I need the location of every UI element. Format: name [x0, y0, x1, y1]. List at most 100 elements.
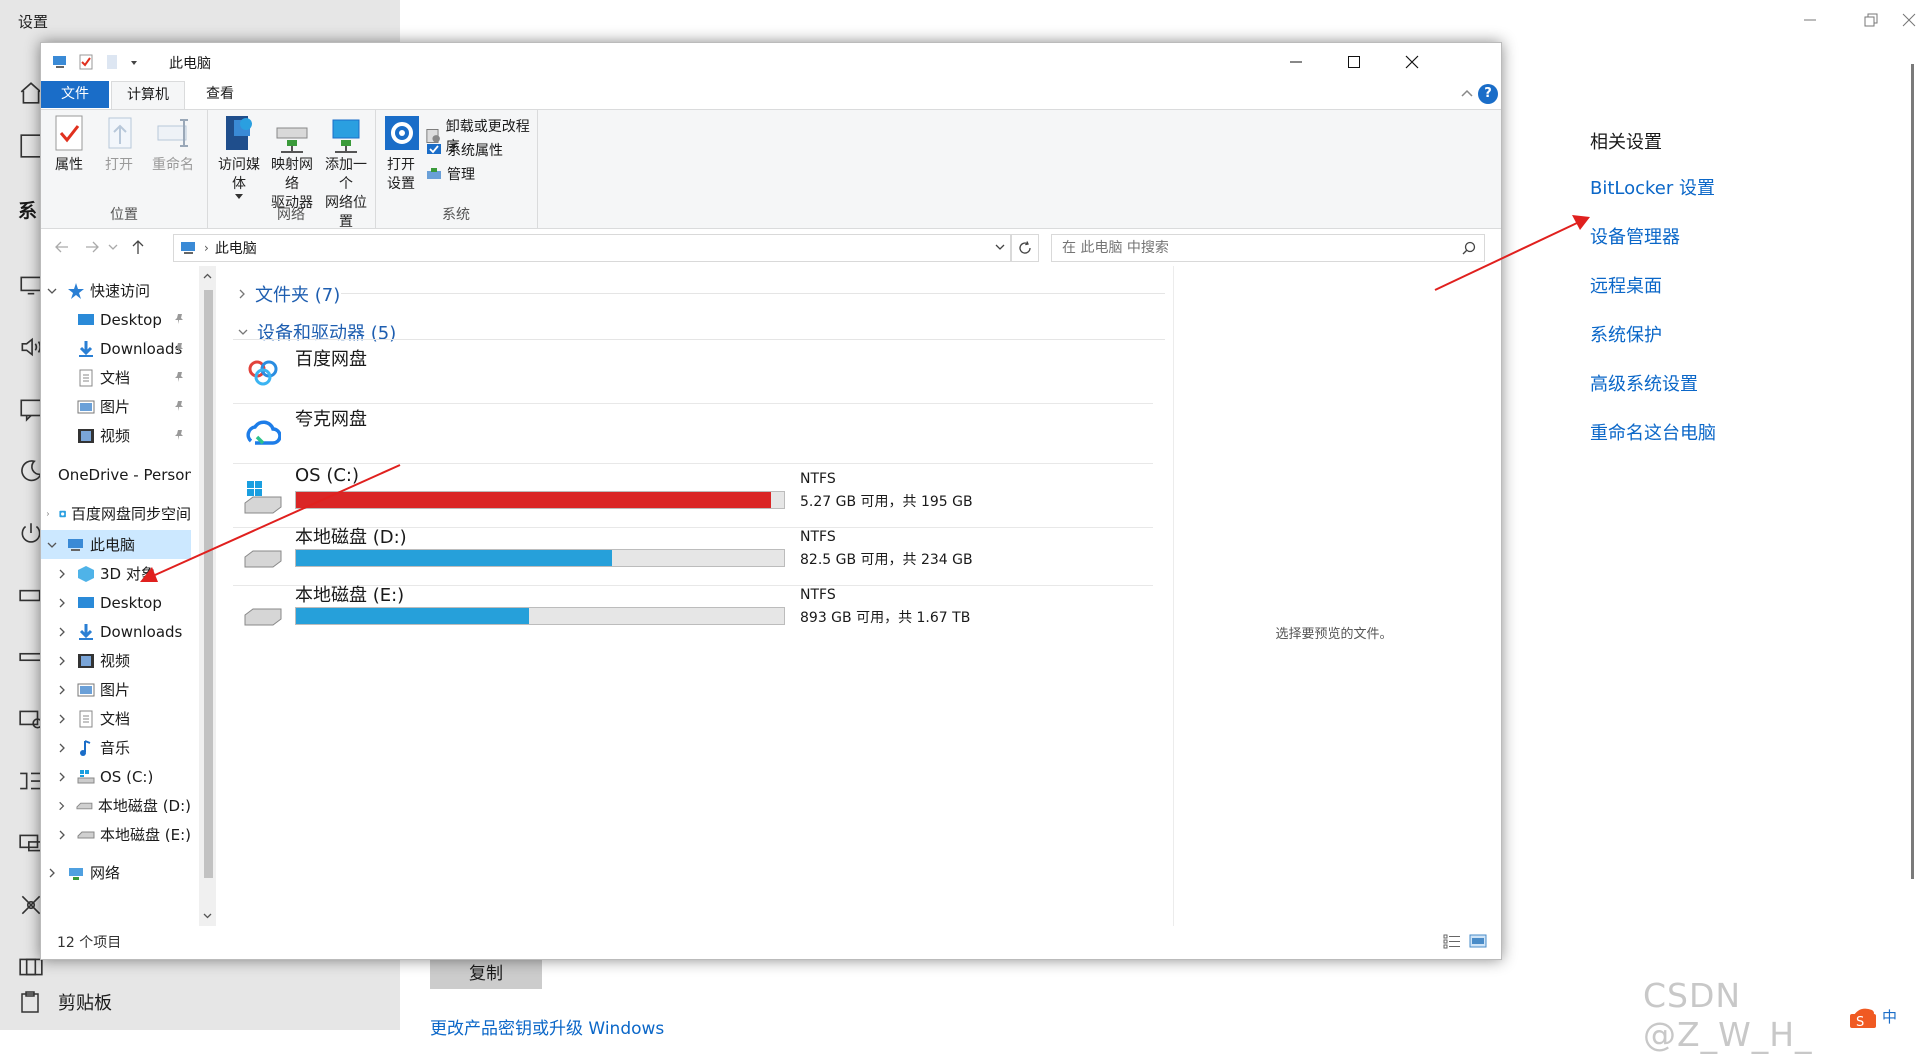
- tiles-view-icon[interactable]: [1469, 933, 1487, 949]
- nav-quick-access[interactable]: 快速访问: [41, 276, 191, 305]
- settings-close-button[interactable]: [1894, 8, 1920, 32]
- settings-item-clipboard[interactable]: 剪贴板: [18, 989, 112, 1015]
- customize-toolbar-dropdown-icon[interactable]: [129, 53, 139, 71]
- nav-pc-downloads[interactable]: Downloads: [41, 617, 191, 646]
- nav-quick-desktop[interactable]: Desktop: [41, 305, 191, 334]
- nav-pc-3d-objects-label: 3D 对象: [100, 565, 156, 583]
- recent-locations-chevron-icon[interactable]: [107, 238, 119, 256]
- app-tile-quark-netdisk[interactable]: 夸克网盘: [245, 405, 1165, 461]
- bitlocker-settings-link[interactable]: BitLocker 设置: [1590, 164, 1716, 213]
- access-media-button[interactable]: 访问媒体: [213, 114, 265, 200]
- chevron-down-icon[interactable]: [45, 284, 59, 298]
- chevron-right-icon[interactable]: [55, 654, 69, 668]
- settings-minimize-button[interactable]: [1795, 8, 1825, 32]
- nav-pc-music[interactable]: 音乐: [41, 733, 191, 762]
- rename-pc-link[interactable]: 重命名这台电脑: [1590, 409, 1716, 458]
- scroll-down-arrow-icon[interactable]: [201, 909, 214, 922]
- navigation-scrollbar-thumb[interactable]: [204, 290, 213, 878]
- device-manager-link[interactable]: 设备管理器: [1590, 213, 1716, 262]
- chevron-right-icon[interactable]: [45, 866, 59, 880]
- search-input[interactable]: [1060, 239, 1444, 257]
- chevron-right-icon[interactable]: [45, 507, 51, 521]
- chevron-right-icon[interactable]: [55, 712, 69, 726]
- explorer-minimize-button[interactable]: [1267, 43, 1325, 81]
- help-icon[interactable]: ?: [1478, 84, 1498, 104]
- chevron-right-icon[interactable]: [55, 799, 68, 813]
- explorer-close-button[interactable]: [1383, 43, 1441, 81]
- nav-pc-3d-objects[interactable]: 3D 对象: [41, 559, 191, 588]
- nav-pc-music-label: 音乐: [100, 739, 131, 757]
- back-arrow-icon[interactable]: [53, 238, 71, 256]
- system-properties-button[interactable]: 系统属性: [425, 140, 503, 160]
- drive-tile-c[interactable]: OS (C:) NTFS 5.27 GB 可用，共 195 GB: [244, 465, 1165, 523]
- chevron-down-icon[interactable]: [45, 538, 59, 552]
- nav-pc-drive-c[interactable]: OS (C:): [41, 762, 191, 791]
- nav-onedrive[interactable]: OneDrive - Personal: [41, 460, 191, 489]
- navigation-scrollbar[interactable]: [199, 266, 216, 926]
- rename-button[interactable]: 重命名: [149, 114, 197, 175]
- chevron-right-icon[interactable]: [55, 625, 69, 639]
- nav-pc-pictures[interactable]: 图片: [41, 675, 191, 704]
- advanced-system-settings-link[interactable]: 高级系统设置: [1590, 360, 1716, 409]
- chevron-right-icon[interactable]: [55, 741, 69, 755]
- explorer-maximize-button[interactable]: [1325, 43, 1383, 81]
- tab-computer[interactable]: 计算机: [111, 81, 185, 110]
- chevron-right-icon[interactable]: [55, 596, 69, 610]
- pin-icon[interactable]: [173, 371, 185, 383]
- pin-icon[interactable]: [173, 342, 185, 354]
- upgrade-windows-link[interactable]: 更改产品密钥或升级 Windows: [430, 1014, 664, 1039]
- breadcrumb-chevron-icon[interactable]: ›: [204, 241, 209, 255]
- windows-drive-icon: [244, 481, 282, 514]
- hard-drive-icon: [244, 608, 282, 626]
- chevron-right-icon[interactable]: [55, 683, 69, 697]
- settings-scrollbar[interactable]: [1911, 64, 1914, 879]
- chevron-right-icon[interactable]: [55, 567, 69, 581]
- pin-icon[interactable]: [173, 400, 185, 412]
- manage-button[interactable]: 管理: [425, 164, 475, 184]
- drive-tile-e[interactable]: 本地磁盘 (E:) NTFS 893 GB 可用，共 1.67 TB: [244, 581, 1165, 639]
- system-protection-link[interactable]: 系统保护: [1590, 311, 1716, 360]
- search-box[interactable]: [1051, 234, 1485, 262]
- address-bar[interactable]: › 此电脑: [173, 234, 1011, 262]
- nav-pc-drive-d[interactable]: 本地磁盘 (D:): [41, 791, 191, 820]
- chevron-right-icon[interactable]: [55, 828, 69, 842]
- remote-desktop-link[interactable]: 远程桌面: [1590, 262, 1716, 311]
- refresh-button[interactable]: [1011, 234, 1039, 262]
- properties-quick-icon[interactable]: [77, 53, 95, 71]
- up-arrow-icon[interactable]: [129, 238, 147, 256]
- pin-icon[interactable]: [173, 313, 185, 325]
- folders-group-header[interactable]: 文件夹 (7): [237, 281, 340, 307]
- tab-file[interactable]: 文件: [41, 81, 109, 108]
- nav-pc-documents[interactable]: 文档: [41, 704, 191, 733]
- nav-pc-desktop[interactable]: Desktop: [41, 588, 191, 617]
- scroll-up-arrow-icon[interactable]: [201, 270, 214, 283]
- chevron-right-icon[interactable]: [55, 770, 69, 784]
- nav-quick-documents[interactable]: 文档: [41, 363, 191, 392]
- nav-pc-videos[interactable]: 视频: [41, 646, 191, 675]
- nav-this-pc[interactable]: 此电脑: [41, 530, 191, 559]
- details-view-icon[interactable]: [1443, 933, 1461, 949]
- ribbon: 属性 打开 重命名 位置 访问媒体 映射网络 驱动器 添加一个 网络位置 网络 …: [41, 109, 1501, 230]
- new-folder-quick-icon[interactable]: [103, 53, 121, 71]
- nav-quick-videos[interactable]: 视频: [41, 421, 191, 450]
- tab-view[interactable]: 查看: [189, 81, 251, 108]
- devices-group-header[interactable]: 设备和驱动器 (5): [237, 319, 396, 345]
- drive-tile-d[interactable]: 本地磁盘 (D:) NTFS 82.5 GB 可用，共 234 GB: [244, 523, 1165, 581]
- ime-indicator-icon[interactable]: S 中: [1846, 994, 1904, 1030]
- chevron-up-icon[interactable]: [1459, 85, 1475, 101]
- nav-pc-drive-e[interactable]: 本地磁盘 (E:): [41, 820, 191, 849]
- map-network-drive-button[interactable]: 映射网络 驱动器: [265, 114, 319, 213]
- nav-quick-downloads[interactable]: Downloads: [41, 334, 191, 363]
- open-settings-button[interactable]: 打开 设置: [383, 114, 419, 194]
- nav-network[interactable]: 网络: [41, 858, 191, 887]
- nav-baidu-sync[interactable]: 百度网盘同步空间: [41, 499, 191, 528]
- app-tile-baidu-netdisk[interactable]: 百度网盘: [245, 345, 1165, 401]
- chevron-down-icon[interactable]: [994, 241, 1006, 253]
- open-button[interactable]: 打开: [101, 114, 137, 175]
- nav-quick-pictures[interactable]: 图片: [41, 392, 191, 421]
- properties-button[interactable]: 属性: [49, 114, 89, 175]
- pin-icon[interactable]: [173, 429, 185, 441]
- forward-arrow-icon[interactable]: [83, 238, 101, 256]
- settings-restore-button[interactable]: [1856, 8, 1886, 32]
- breadcrumb-this-pc[interactable]: 此电脑: [215, 238, 257, 258]
